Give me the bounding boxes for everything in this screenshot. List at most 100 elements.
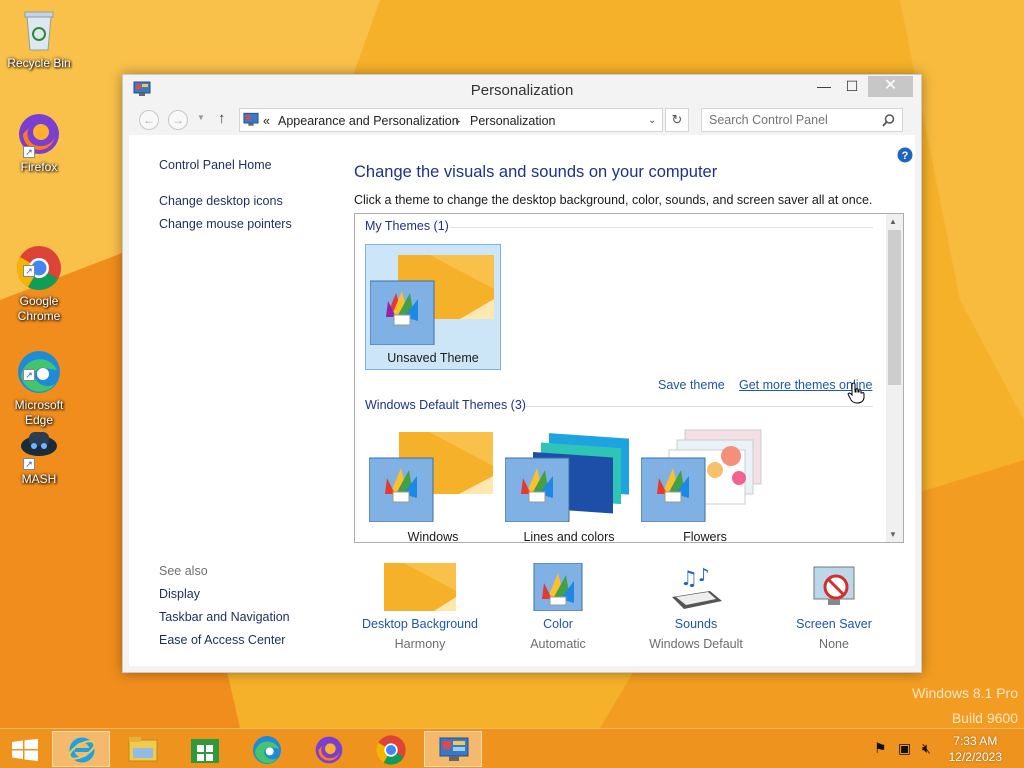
default-themes-header: Windows Default Themes (3) <box>365 398 526 412</box>
taskbar-store[interactable] <box>176 731 234 767</box>
save-theme-link[interactable]: Save theme <box>658 378 725 392</box>
network-icon[interactable]: ▣ <box>898 740 911 757</box>
scrollbar-thumb[interactable] <box>888 230 901 385</box>
content-pane: ? Control Panel Home Change desktop icon… <box>129 135 915 666</box>
help-icon[interactable]: ? <box>897 147 913 163</box>
breadcrumb-appearance[interactable]: Appearance and Personalization <box>278 114 459 128</box>
refresh-button[interactable]: ↻ <box>665 108 689 132</box>
maximize-button[interactable]: ☐ <box>838 76 866 97</box>
taskbar-control-panel[interactable] <box>424 731 482 767</box>
page-description: Click a theme to change the desktop back… <box>354 193 873 207</box>
setting-value: None <box>819 637 849 651</box>
screen-saver-setting[interactable]: Screen Saver None <box>764 563 904 651</box>
screen-saver-icon <box>813 566 855 605</box>
sounds-setting[interactable]: ♫ ♪ Sounds Windows Default <box>626 563 766 651</box>
breadcrumb-separator[interactable]: ▸ <box>456 116 461 127</box>
start-button[interactable] <box>0 731 50 767</box>
svg-text:♪: ♪ <box>698 565 710 586</box>
svg-text:♫: ♫ <box>680 566 698 590</box>
change-desktop-icons-link[interactable]: Change desktop icons <box>159 194 283 208</box>
hand-cursor-icon <box>847 382 865 404</box>
theme-preview-image <box>369 432 493 522</box>
recent-locations-dropdown[interactable]: ▼ <box>197 113 205 122</box>
shortcut-arrow-icon: ↗ <box>23 146 35 158</box>
setting-name[interactable]: Sounds <box>626 617 766 631</box>
desktop-icon-label: Recycle Bin <box>7 56 71 70</box>
color-icon <box>533 563 583 611</box>
breadcrumb-overflow[interactable]: « <box>263 114 270 128</box>
change-mouse-pointers-link[interactable]: Change mouse pointers <box>159 217 292 231</box>
mash-icon: ↗ <box>15 422 63 470</box>
control-panel-location-icon <box>243 112 259 126</box>
scroll-up-icon[interactable]: ▲ <box>889 217 897 226</box>
firefox-icon <box>315 736 343 764</box>
control-panel-home-link[interactable]: Control Panel Home <box>159 158 272 172</box>
setting-name[interactable]: Desktop Background <box>350 617 490 631</box>
themes-scrollbar[interactable]: ▲ ▼ <box>886 214 903 542</box>
windows-watermark-build: Build 9600 <box>951 710 1018 726</box>
desktop-background-setting[interactable]: Desktop Background Harmony <box>350 563 490 651</box>
taskbar: ⚑ ▣ 🔇︎ 7:33 AM 12/2/2023 <box>0 728 1024 768</box>
theme-unsaved[interactable]: Unsaved Theme <box>365 244 501 370</box>
theme-name: Unsaved Theme <box>387 351 479 365</box>
sounds-icon: ♫ ♪ <box>672 565 722 609</box>
taskbar-navigation-link[interactable]: Taskbar and Navigation <box>159 610 290 624</box>
desktop-icon-mash[interactable]: ↗ MASH <box>4 422 74 487</box>
color-setting[interactable]: Color Automatic <box>488 563 628 651</box>
theme-preview-image <box>370 255 494 345</box>
group-divider <box>450 227 873 228</box>
clock-time: 7:33 AM <box>953 734 998 748</box>
ease-of-access-link[interactable]: Ease of Access Center <box>159 633 285 647</box>
desktop-icon-label: MASH <box>21 472 57 486</box>
edge-icon: ↗ <box>15 333 63 393</box>
desktop-icon-firefox[interactable]: ↗ Firefox <box>4 110 74 175</box>
see-also-label: See also <box>159 564 208 578</box>
taskbar-internet-explorer[interactable] <box>52 731 110 767</box>
personalization-window: Personalization — ☐ ✕ ← → ▼ ↑ « Appearan… <box>122 74 922 673</box>
desktop-icon-recycle-bin[interactable]: Recycle Bin <box>4 6 74 71</box>
themes-list[interactable]: My Themes (1) Unsaved Theme Save theme G… <box>354 213 904 543</box>
theme-lines-and-colors[interactable]: Lines and colors <box>501 422 637 542</box>
scroll-down-icon[interactable]: ▼ <box>889 530 897 539</box>
minimize-button[interactable]: — <box>810 76 838 97</box>
volume-muted-icon[interactable]: 🔇︎ <box>922 740 931 757</box>
up-button[interactable]: ↑ <box>218 110 226 127</box>
taskbar-file-explorer[interactable] <box>114 731 172 767</box>
setting-name[interactable]: Color <box>488 617 628 631</box>
control-panel-icon <box>439 737 469 761</box>
breadcrumb-personalization[interactable]: Personalization <box>470 114 555 128</box>
edge-icon <box>253 736 281 764</box>
theme-preview-image <box>641 429 762 522</box>
window-title: Personalization <box>470 82 574 99</box>
taskbar-chrome[interactable] <box>362 731 420 767</box>
search-box[interactable] <box>701 108 903 132</box>
windows-watermark-edition: Windows 8.1 Pro <box>912 685 1018 701</box>
theme-preview-image <box>505 433 629 522</box>
theme-windows[interactable]: Windows <box>365 422 501 543</box>
theme-flowers[interactable]: Flowers <box>637 422 773 543</box>
close-button[interactable]: ✕ <box>868 76 913 97</box>
chrome-icon: ↗ <box>15 229 63 290</box>
shortcut-arrow-icon: ↗ <box>23 369 35 381</box>
search-icon[interactable] <box>882 114 895 127</box>
back-button[interactable]: ← <box>139 110 159 130</box>
taskbar-edge[interactable] <box>238 731 296 767</box>
recycle-bin-icon <box>15 6 63 54</box>
title-bar[interactable]: Personalization — ☐ ✕ <box>123 75 921 105</box>
setting-value: Windows Default <box>649 637 743 651</box>
address-dropdown-icon[interactable]: ⌄ <box>648 115 656 126</box>
chrome-icon <box>376 735 406 765</box>
theme-name: Windows <box>407 530 459 543</box>
address-bar[interactable]: « Appearance and Personalization ▸ Perso… <box>239 108 663 132</box>
shortcut-arrow-icon: ↗ <box>23 265 35 277</box>
forward-button[interactable]: → <box>168 110 188 130</box>
desktop-background-icon <box>384 563 456 611</box>
display-link[interactable]: Display <box>159 587 200 601</box>
setting-name[interactable]: Screen Saver <box>764 617 904 631</box>
theme-name: Flowers <box>683 530 727 543</box>
taskbar-firefox[interactable] <box>300 731 358 767</box>
navigation-bar: ← → ▼ ↑ « Appearance and Personalization… <box>123 105 921 135</box>
search-input[interactable] <box>709 110 879 130</box>
clock[interactable]: 7:33 AM 12/2/2023 <box>949 733 1002 765</box>
action-center-flag-icon[interactable]: ⚑ <box>874 740 887 757</box>
